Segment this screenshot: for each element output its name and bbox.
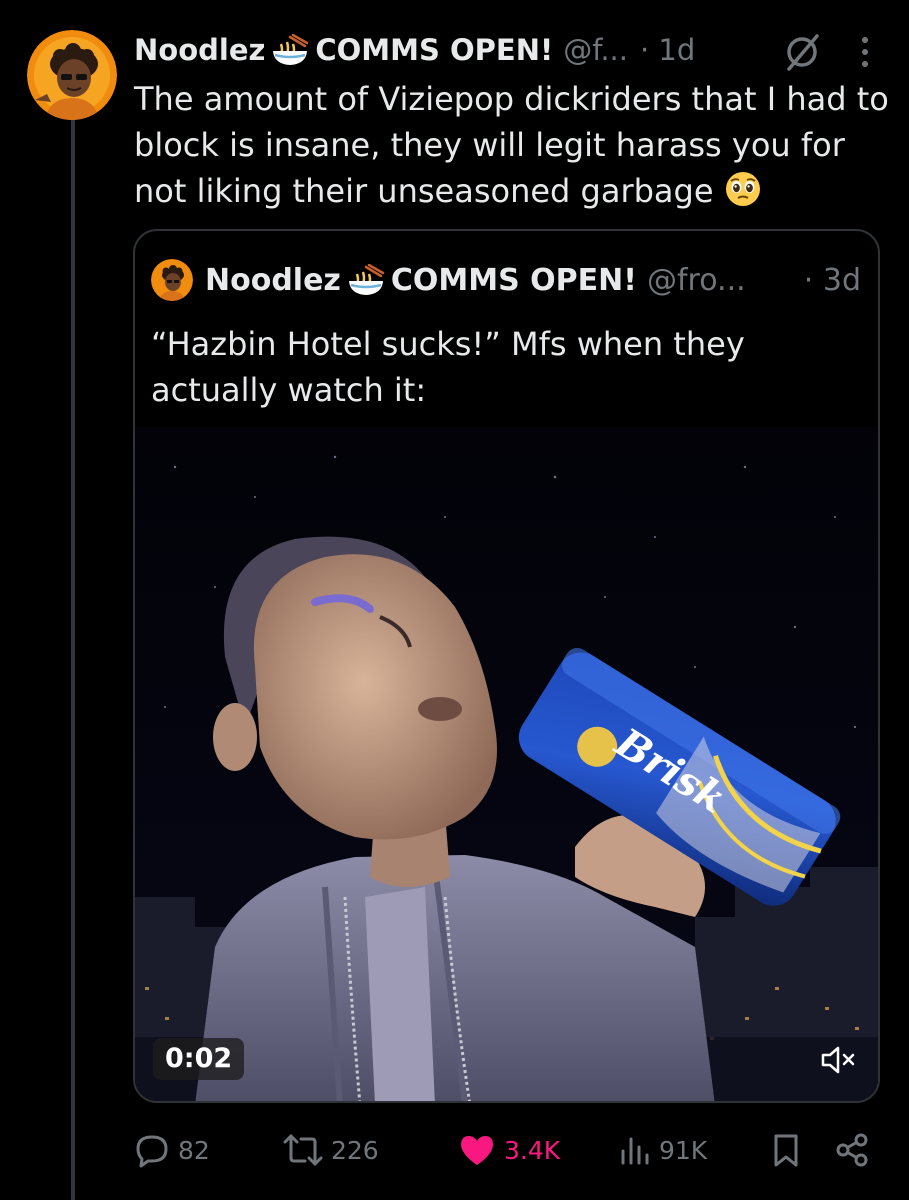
repost-count: 226 — [331, 1135, 379, 1165]
action-bar: 82 226 3.4K 91K — [134, 1120, 884, 1180]
quoted-display-name[interactable]: Noodlez — [205, 263, 341, 298]
reply-count: 82 — [178, 1135, 210, 1165]
grok-icon[interactable] — [782, 32, 822, 72]
like-count: 3.4K — [504, 1135, 561, 1165]
repost-icon — [283, 1134, 323, 1166]
tweet-text: The amount of Viziepop dickriders that I… — [134, 76, 894, 214]
quoted-handle[interactable]: @fro... — [647, 263, 746, 298]
quoted-avatar[interactable] — [151, 259, 193, 301]
share-icon — [836, 1133, 868, 1167]
pleading-face-icon — [724, 170, 762, 208]
reply-icon — [136, 1135, 168, 1168]
bookmark-icon — [774, 1134, 798, 1167]
quoted-display-name-suffix[interactable]: COMMS OPEN! — [391, 263, 637, 298]
display-name-suffix[interactable]: COMMS OPEN! — [315, 33, 553, 67]
repost-button[interactable]: 226 — [283, 1120, 379, 1180]
tweet-header: Noodlez COMMS OPEN! @f... · 1d — [134, 28, 884, 72]
video-frame: Brisk — [135, 427, 878, 1101]
video-player[interactable]: Brisk 0:02 — [135, 427, 878, 1101]
views-icon — [621, 1137, 649, 1165]
avatar[interactable] — [27, 30, 117, 120]
share-button[interactable] — [834, 1120, 878, 1180]
heart-icon — [461, 1136, 493, 1165]
like-button[interactable]: 3.4K — [458, 1120, 560, 1180]
views-count: 91K — [659, 1135, 708, 1165]
noodle-bowl-icon — [271, 33, 309, 66]
display-name[interactable]: Noodlez — [134, 33, 265, 67]
reply-button[interactable]: 82 — [134, 1120, 210, 1180]
quoted-tweet-text: “Hazbin Hotel sucks!” Mfs when they actu… — [151, 325, 745, 409]
quoted-tweet[interactable]: Noodlez COMMS OPEN! @fro... · 3d “Hazbin… — [133, 229, 880, 1103]
views-button[interactable]: 91K — [619, 1120, 707, 1180]
noodle-bowl-icon — [347, 263, 385, 296]
quoted-timestamp[interactable]: · 3d — [804, 263, 861, 298]
bookmark-button[interactable] — [770, 1120, 810, 1180]
mute-icon[interactable] — [820, 1043, 858, 1077]
quoted-tweet-header: Noodlez COMMS OPEN! @fro... · 3d — [151, 259, 861, 301]
timestamp[interactable]: · 1d — [640, 33, 695, 67]
tweet-text-content: The amount of Viziepop dickriders that I… — [134, 80, 889, 210]
more-icon[interactable] — [850, 34, 880, 70]
handle[interactable]: @f... — [563, 33, 628, 67]
video-timer: 0:02 — [153, 1038, 245, 1080]
thread-line — [71, 118, 75, 1200]
